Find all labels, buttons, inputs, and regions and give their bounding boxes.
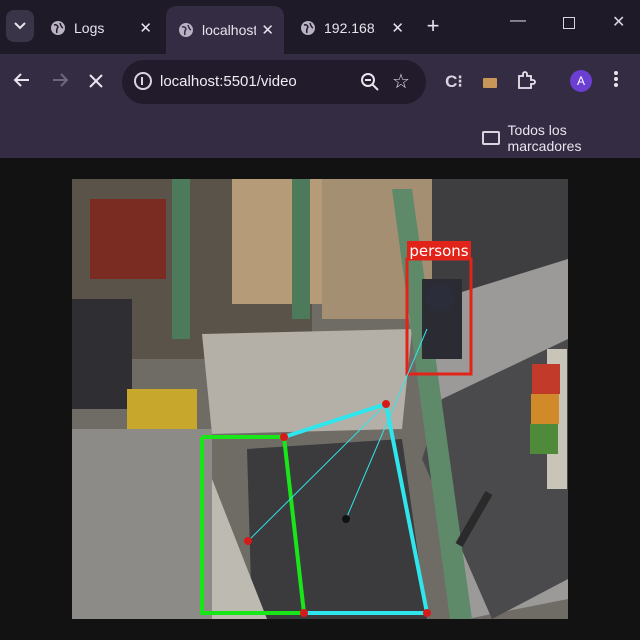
info-icon[interactable] (134, 72, 152, 90)
globe-icon (51, 21, 65, 35)
stop-button[interactable] (84, 70, 108, 94)
all-bookmarks-label: Todos los marcadores (507, 122, 582, 154)
url-text[interactable]: localhost:5501/video (160, 73, 297, 90)
kebab-menu-icon (614, 71, 618, 87)
tab-title: Logs (74, 20, 105, 36)
window-close-icon[interactable]: ✕ (612, 12, 625, 32)
back-button[interactable] (10, 70, 34, 94)
close-icon[interactable]: ✕ (139, 19, 152, 37)
maximize-icon[interactable] (563, 17, 575, 29)
new-tab-button[interactable]: + (421, 12, 445, 40)
tab-localhost-video[interactable]: localhost:5501/video ✕ (166, 6, 284, 54)
minimize-icon[interactable]: — (510, 12, 526, 30)
tab-title: localhost:5501/video (202, 22, 256, 38)
zoom-icon[interactable] (360, 72, 380, 92)
close-icon (89, 74, 103, 88)
all-bookmarks-button[interactable]: Todos los marcadores (482, 122, 640, 154)
menu-button[interactable] (604, 70, 628, 94)
folder-icon (483, 78, 497, 88)
video-feed[interactable]: persons (72, 179, 568, 619)
puzzle-icon (518, 71, 536, 89)
forward-button[interactable] (48, 70, 72, 94)
detection-label: persons (409, 242, 468, 260)
extension-button[interactable] (478, 70, 502, 94)
tab-search-button[interactable] (6, 10, 34, 42)
address-bar[interactable]: localhost:5501/video ☆ (122, 60, 426, 104)
close-icon[interactable]: ✕ (261, 21, 274, 39)
avatar[interactable]: A (570, 70, 592, 92)
extensions-button[interactable] (514, 70, 538, 94)
globe-icon (179, 23, 193, 37)
c-icon[interactable]: C⁝ (442, 70, 466, 94)
arrow-right-icon (53, 73, 69, 87)
tab-192-168[interactable]: 192.168.1 ✕ (288, 8, 414, 48)
chevron-down-icon (14, 22, 26, 30)
page-content: persons (0, 158, 640, 640)
globe-icon (301, 21, 315, 35)
tab-strip: Logs ✕ localhost:5501/video ✕ 192.168.1 … (0, 0, 640, 54)
toolbar: localhost:5501/video ☆ C⁝ A Todos los ma… (0, 54, 640, 158)
close-icon[interactable]: ✕ (391, 19, 404, 37)
tab-title: 192.168.1 (324, 20, 376, 36)
folder-icon (482, 131, 500, 145)
star-icon[interactable]: ☆ (392, 69, 410, 94)
tab-logs[interactable]: Logs ✕ (38, 8, 162, 48)
arrow-left-icon (13, 73, 29, 87)
